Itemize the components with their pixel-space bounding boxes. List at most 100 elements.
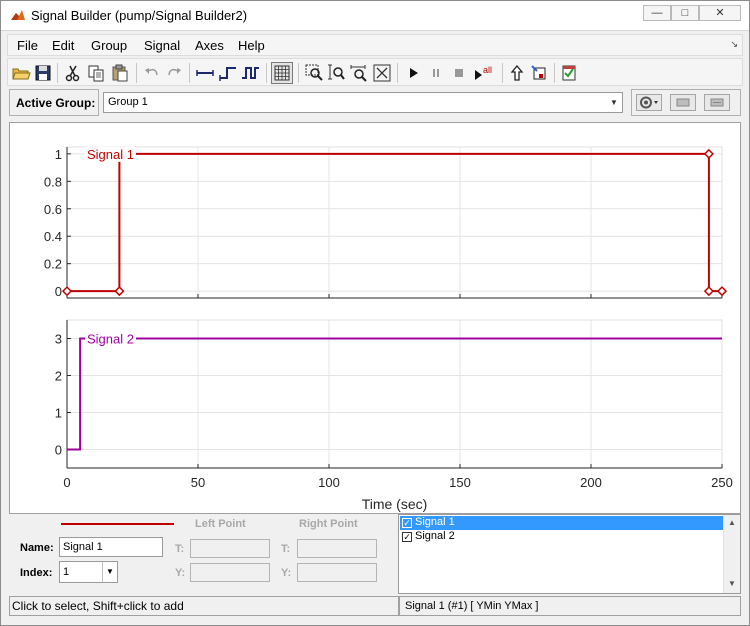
left-point-y-input[interactable] — [190, 563, 270, 582]
close-button[interactable]: ✕ — [699, 5, 741, 21]
open-folder-icon[interactable] — [11, 63, 31, 83]
active-group-label: Active Group: — [16, 96, 96, 110]
signal-list-item[interactable]: ✓ Signal 2 — [400, 530, 723, 544]
chevron-down-icon[interactable]: ▼ — [102, 562, 117, 582]
zoom-y-icon[interactable] — [326, 63, 346, 83]
chevron-down-icon[interactable]: ▼ — [606, 93, 622, 112]
requirements-icon[interactable] — [559, 63, 579, 83]
y-tick-label: 1 — [55, 406, 62, 421]
menu-group[interactable]: Group — [91, 38, 127, 53]
signal-plots: 0 0.2 0.4 0.6 0.8 1 Signal 1 0 1 2 3 0 50 100 150 200 2… — [44, 146, 733, 512]
signal-line — [67, 152, 722, 293]
grid-icon[interactable] — [271, 62, 293, 84]
axes-signal-2[interactable]: 0 1 2 3 0 50 100 150 200 250 Time (sec) Signal 2 — [55, 319, 733, 512]
menu-help[interactable]: Help — [238, 38, 265, 53]
axes-frame — [66, 146, 723, 299]
signal-index-value: 1 — [63, 566, 70, 578]
menu-file[interactable]: File — [17, 38, 38, 53]
paste-icon[interactable] — [110, 63, 130, 83]
signal-name-input[interactable]: Signal 1 — [59, 537, 163, 557]
left-point-label: Left Point — [195, 518, 246, 530]
name-label: Name: — [20, 542, 54, 554]
signal-name-label: Signal 2 — [87, 332, 134, 347]
signal-editor-panel: Left Point Right Point Name: Signal 1 In… — [9, 514, 741, 596]
signal-index-select[interactable]: 1 ▼ — [59, 561, 118, 583]
menu-signal[interactable]: Signal — [144, 38, 180, 53]
left-point-t-input[interactable] — [190, 539, 270, 558]
play-icon[interactable] — [403, 63, 423, 83]
index-label: Index: — [20, 567, 53, 579]
menu-axes[interactable]: Axes — [195, 38, 224, 53]
constant-signal-icon[interactable] — [195, 63, 215, 83]
y-tick-label: 0 — [55, 284, 62, 299]
group-settings-button[interactable] — [636, 94, 662, 111]
matlab-icon — [11, 10, 25, 20]
zoom-xy-icon[interactable] — [304, 63, 324, 83]
step-signal-icon[interactable] — [218, 63, 238, 83]
right-point-t-input[interactable] — [297, 539, 377, 558]
toolbar: all — [7, 58, 743, 86]
visibility-checkbox[interactable]: ✓ — [402, 532, 412, 542]
display-group-button[interactable] — [704, 94, 730, 111]
data-point — [703, 148, 714, 159]
signal-list-item[interactable]: ✓ Signal 1 — [400, 516, 723, 530]
y-tick-label: 0.2 — [44, 257, 62, 272]
line-style-sample[interactable] — [61, 523, 174, 525]
pause-icon[interactable] — [426, 63, 446, 83]
active-group-value: Group 1 — [108, 96, 148, 108]
save-icon[interactable] — [33, 63, 53, 83]
x-axis-label: Time (sec) — [362, 496, 428, 512]
data-point — [703, 286, 714, 297]
right-point-y-input[interactable] — [297, 563, 377, 582]
toolbar-separator — [397, 63, 398, 83]
move-group-button[interactable] — [670, 94, 696, 111]
visibility-checkbox[interactable]: ✓ — [402, 518, 412, 528]
copy-icon[interactable] — [86, 63, 106, 83]
data-point — [716, 286, 728, 297]
run-all-icon[interactable]: all — [472, 63, 498, 83]
y-tick-label: 3 — [55, 332, 62, 347]
run-all-label: all — [483, 65, 492, 75]
simulink-block-icon[interactable] — [529, 63, 549, 83]
export-icon[interactable] — [507, 63, 527, 83]
move-group-icon — [676, 98, 690, 107]
redo-icon[interactable] — [164, 63, 184, 83]
toolbar-separator — [136, 63, 137, 83]
cut-icon[interactable] — [63, 63, 83, 83]
group-settings-icon — [640, 96, 658, 109]
toolbar-separator — [266, 63, 267, 83]
x-tick-label: 250 — [711, 475, 733, 490]
x-tick-label: 200 — [580, 475, 602, 490]
y-tick-label: 0.8 — [44, 174, 62, 189]
pulse-signal-icon[interactable] — [241, 63, 261, 83]
signal-list[interactable]: ✓ Signal 1 ✓ Signal 2 ▲ ▼ — [398, 514, 741, 594]
toolbar-separator — [554, 63, 555, 83]
status-hint: Click to select, Shift+click to add — [9, 596, 399, 616]
status-signal-info: Signal 1 (#1) [ YMin YMax ] — [399, 596, 741, 616]
menu-edit[interactable]: Edit — [52, 38, 74, 53]
x-tick-label: 0 — [63, 475, 70, 490]
signal-name-label: Signal 1 — [87, 147, 134, 162]
y-tick-label: 0.4 — [44, 229, 62, 244]
scroll-down-icon[interactable]: ▼ — [728, 579, 736, 588]
title-bar: Signal Builder (pump/Signal Builder2) — … — [1, 1, 749, 31]
signal-builder-window: Signal Builder (pump/Signal Builder2) — … — [0, 0, 750, 626]
active-group-select[interactable]: Group 1 ▼ — [103, 92, 623, 113]
toolbar-separator — [298, 63, 299, 83]
axes-frame — [66, 319, 723, 469]
menu-dock-icon[interactable]: ↘ — [730, 39, 738, 50]
axes-signal-1[interactable]: 0 0.2 0.4 0.6 0.8 1 Signal 1 — [44, 146, 728, 299]
stop-icon[interactable] — [449, 63, 469, 83]
fit-view-icon[interactable] — [372, 63, 392, 83]
scroll-up-icon[interactable]: ▲ — [728, 518, 736, 527]
y-tick-label: 2 — [55, 369, 62, 384]
y-tick-label: 0 — [55, 443, 62, 458]
undo-icon[interactable] — [142, 63, 162, 83]
active-group-row: Active Group: Group 1 ▼ — [7, 88, 743, 118]
maximize-button[interactable]: □ — [671, 5, 699, 21]
x-tick-label: 100 — [318, 475, 340, 490]
group-buttons — [631, 89, 741, 116]
signal-list-scrollbar[interactable]: ▲ ▼ — [723, 515, 740, 593]
minimize-button[interactable]: — — [643, 5, 671, 21]
zoom-x-icon[interactable] — [349, 63, 369, 83]
